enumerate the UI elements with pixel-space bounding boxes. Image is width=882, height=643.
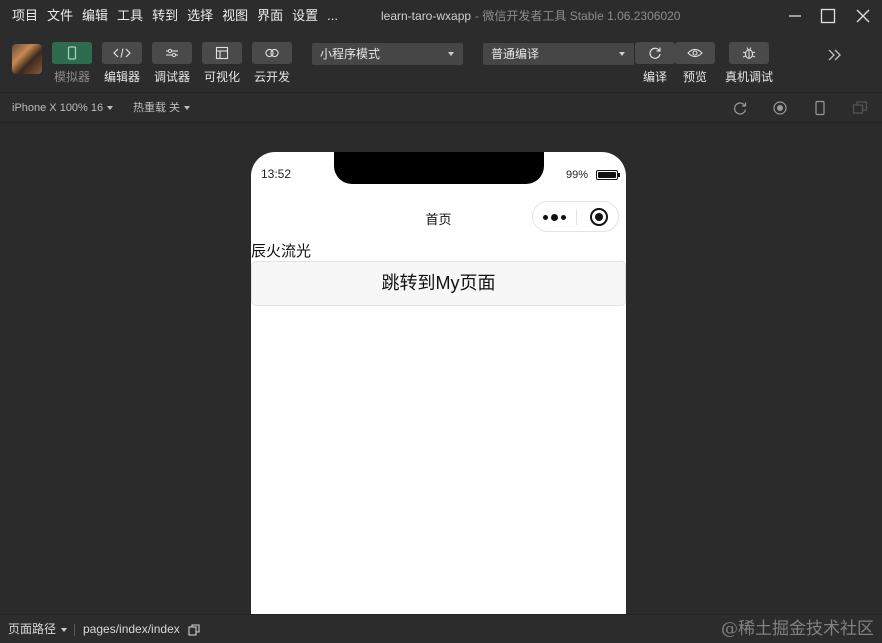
editor-button[interactable]: 编辑器	[95, 42, 149, 85]
menu-goto[interactable]: 转到	[152, 0, 178, 32]
maximize-button[interactable]	[811, 0, 845, 32]
code-icon	[113, 48, 131, 58]
mode-select-value: 小程序模式	[320, 47, 381, 61]
battery-icon	[596, 170, 620, 180]
menu-interface[interactable]: 界面	[257, 0, 283, 32]
toolbar: 模拟器 编辑器 调试器 可视化 云开发 小程序模式 普通编译 编译 预览 真机调…	[0, 32, 882, 92]
windows-icon	[852, 101, 868, 114]
rotate-icon	[734, 102, 747, 115]
preview-button[interactable]: 预览	[668, 42, 722, 85]
menu-edit[interactable]: 编辑	[82, 0, 108, 32]
double-chevron-right-icon	[828, 49, 841, 61]
simulator-button[interactable]: 模拟器	[45, 42, 99, 85]
phone-notch	[334, 152, 544, 184]
compile-select[interactable]: 普通编译	[483, 43, 634, 65]
simulator-label: 模拟器	[53, 70, 90, 84]
hot-reload-select[interactable]: 热重载 关	[133, 93, 191, 123]
phone-screen: 13:52 99% 首页 辰火流光 跳转到My页面	[251, 152, 626, 614]
visualize-button[interactable]: 可视化	[195, 42, 249, 85]
app-version: - 微信开发者工具 Stable 1.06.2306020	[475, 9, 681, 23]
minimize-icon	[789, 15, 801, 17]
detach-window-button[interactable]	[852, 100, 868, 116]
debugger-label: 调试器	[153, 70, 190, 84]
watermark: @稀土掘金技术社区	[721, 619, 874, 639]
status-bar: 页面路径 pages/index/index @稀土掘金技术社区	[0, 614, 882, 643]
record-button[interactable]	[772, 100, 788, 116]
minimize-button[interactable]	[778, 0, 812, 32]
page-text: 辰火流光	[251, 243, 312, 260]
copy-icon	[188, 624, 200, 636]
chevron-down-icon	[619, 52, 625, 56]
preview-label: 预览	[682, 70, 707, 84]
menu-more[interactable]: ...	[327, 0, 338, 32]
close-mini-program-icon[interactable]	[590, 208, 608, 226]
menu-tools[interactable]: 工具	[117, 0, 143, 32]
menu-settings[interactable]: 设置	[292, 0, 318, 32]
project-name: learn-taro-wxapp	[381, 9, 472, 23]
title-bar: 项目 文件 编辑 工具 转到 选择 视图 界面 设置 ... learn-tar…	[0, 0, 882, 32]
simulator-bar: iPhone X 100% 16 热重载 关	[0, 92, 882, 122]
menu-bar: 项目 文件 编辑 工具 转到 选择 视图 界面 设置 ...	[0, 0, 347, 32]
chevron-down-icon	[61, 627, 68, 632]
menu-view[interactable]: 视图	[222, 0, 248, 32]
status-time: 13:52	[261, 167, 292, 181]
page-path: pages/index/index	[83, 622, 180, 636]
mode-select[interactable]: 小程序模式	[312, 43, 463, 65]
user-avatar[interactable]	[12, 44, 42, 74]
chevron-down-icon	[184, 106, 191, 111]
phone-icon	[67, 46, 77, 60]
record-icon	[773, 101, 787, 115]
cloud-dev-label: 云开发	[253, 70, 290, 84]
remote-debug-button[interactable]: 真机调试	[722, 42, 776, 85]
layout-icon	[215, 46, 229, 60]
menu-select[interactable]: 选择	[187, 0, 213, 32]
cloud-icon	[265, 48, 279, 58]
device-frame-button[interactable]	[812, 100, 828, 116]
phone-icon	[815, 100, 825, 116]
more-dots-icon[interactable]	[543, 214, 569, 221]
close-icon	[856, 9, 870, 23]
visualize-label: 可视化	[203, 70, 240, 84]
menu-file[interactable]: 文件	[47, 0, 73, 32]
cloud-dev-button[interactable]: 云开发	[245, 42, 299, 85]
more-tools-button[interactable]	[826, 46, 844, 64]
sliders-icon	[166, 48, 178, 58]
bug-icon	[742, 47, 756, 59]
editor-label: 编辑器	[103, 70, 140, 84]
compile-select-value: 普通编译	[491, 47, 540, 61]
close-button[interactable]	[846, 0, 880, 32]
debugger-button[interactable]: 调试器	[145, 42, 199, 85]
refresh-icon	[649, 47, 661, 59]
chevron-down-icon	[448, 52, 454, 56]
copy-path-button[interactable]	[188, 623, 200, 636]
chevron-down-icon	[107, 106, 114, 111]
window-title: learn-taro-wxapp - 微信开发者工具 Stable 1.06.23…	[381, 0, 680, 32]
remote-debug-label: 真机调试	[724, 70, 773, 84]
rotate-button[interactable]	[732, 100, 748, 116]
battery-percent: 99%	[565, 169, 588, 181]
menu-project[interactable]: 项目	[12, 0, 38, 32]
maximize-icon	[820, 8, 836, 24]
jump-to-my-button[interactable]: 跳转到My页面	[251, 261, 626, 306]
device-select[interactable]: iPhone X 100% 16	[12, 93, 114, 123]
eye-icon	[687, 48, 703, 58]
page-path-select[interactable]: 页面路径	[8, 615, 68, 643]
mini-program-capsule	[532, 201, 619, 232]
